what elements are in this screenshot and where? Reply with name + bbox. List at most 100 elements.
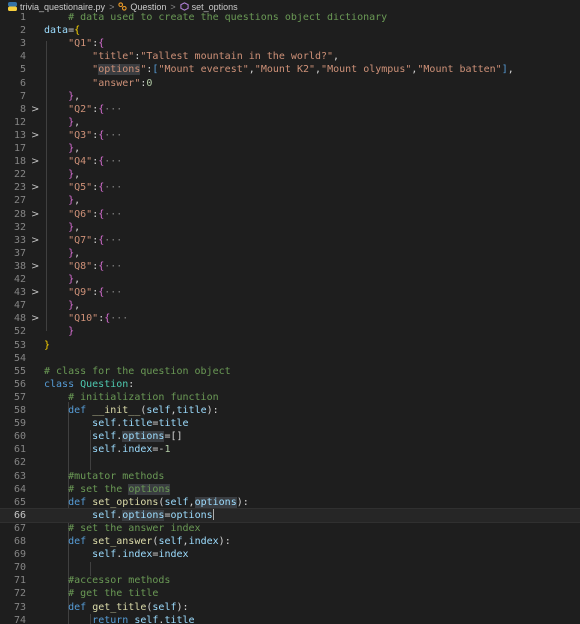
current-code-line[interactable]: 66 self.options=options [0,507,580,523]
breadcrumb-class[interactable]: Question [118,2,166,12]
code-line[interactable]: 4 "title":"Tallest mountain in the world… [0,50,580,63]
code-line[interactable]: 70 [0,561,580,574]
code-line[interactable]: 32 }, [0,221,580,234]
fold-chevron-icon[interactable]: > [31,286,39,299]
code-text: "Q4":{··· [44,155,122,168]
code-line[interactable]: 27 }, [0,194,580,207]
python-file-icon [8,2,17,11]
line-number: 1 [19,13,26,23]
code-line[interactable]: 28 > "Q6":{··· [0,208,580,221]
code-line[interactable]: 55 # class for the question object [0,365,580,378]
code-line[interactable]: 62 [0,456,580,469]
code-line[interactable]: 60 self.options=[] [0,430,580,443]
code-line[interactable]: 54 [0,352,580,365]
fold-chevron-icon[interactable]: > [31,181,39,194]
fold-chevron-icon[interactable]: > [31,234,39,247]
line-number: 37 [13,247,26,259]
code-line[interactable]: 5 "options":["Mount everest","Mount K2",… [0,63,580,76]
code-line[interactable]: 33 > "Q7":{··· [0,234,580,247]
code-line[interactable]: 56 class Question: [0,378,580,391]
fold-chevron-icon[interactable]: > [31,129,39,142]
code-line[interactable]: 53} [0,339,580,352]
code-text: "Q9":{··· [44,286,122,299]
code-line[interactable]: 18 > "Q4":{··· [0,155,580,168]
code-line[interactable]: 43 > "Q9":{··· [0,286,580,299]
code-line[interactable]: 38 > "Q8":{··· [0,260,580,273]
fold-chevron-icon[interactable]: > [31,260,39,273]
code-token: # get the title [68,588,159,600]
code-token: ): [206,405,219,416]
line-number: 65 [13,496,26,508]
code-token: ··· [104,103,123,115]
text-cursor [212,509,214,521]
fold-chevron-icon[interactable]: > [31,103,39,116]
code-token: ··· [104,234,123,246]
code-line[interactable]: 23 > "Q5":{··· [0,181,580,194]
code-text: # set the answer index [44,522,200,535]
code-token: } [68,326,75,338]
code-line[interactable]: 63 #mutator methods [0,470,580,483]
code-token: self [92,509,117,521]
code-line[interactable]: 72 # get the title [0,587,580,600]
line-number: 12 [13,116,26,128]
line-number: 38 [13,260,26,272]
code-line[interactable]: 52 } [0,325,580,338]
code-line[interactable]: 22 }, [0,168,580,181]
code-line[interactable]: 48 > "Q10":{··· [0,312,580,325]
line-number: 53 [13,339,26,351]
breadcrumb-file[interactable]: trivia_questionaire.py [8,2,105,12]
code-line[interactable]: 65 def set_options(self,options): [0,496,580,509]
code-text: }, [44,90,80,103]
code-line[interactable]: 3 "Q1":{ [0,37,580,50]
code-token: , [74,300,81,312]
code-line[interactable]: 6 "answer":0 [0,77,580,90]
code-line[interactable]: 61 self.index=-1 [0,443,580,456]
fold-chevron-icon[interactable]: > [31,155,39,168]
code-token: title [164,614,195,624]
code-line[interactable]: 73 def get_title(self): [0,601,580,614]
code-line[interactable]: 59 self.title=title [0,417,580,430]
fold-chevron-icon[interactable]: > [31,208,39,221]
breadcrumb-method[interactable]: set_options [179,2,238,12]
code-token: title [158,418,189,430]
code-text: } [44,325,74,338]
code-line[interactable]: 57 # initialization function [0,391,580,404]
code-line[interactable]: 12 }, [0,116,580,129]
code-line[interactable]: 71 #accessor methods [0,574,580,587]
code-line[interactable]: 64 # set the options [0,483,580,496]
code-line[interactable]: 58 def __init__(self,title): [0,404,580,417]
code-line[interactable]: 47 }, [0,299,580,312]
code-line[interactable]: 42 }, [0,273,580,286]
line-number: 54 [13,352,26,364]
code-token: self [92,418,117,430]
code-line[interactable]: 69 self.index=index [0,548,580,561]
code-line[interactable]: 37 }, [0,247,580,260]
code-token: Question [80,378,129,390]
code-line[interactable]: 7 }, [0,90,580,103]
line-number: 62 [13,457,26,469]
code-line[interactable]: 68 def set_answer(self,index): [0,535,580,548]
code-line[interactable]: 13 > "Q3":{··· [0,129,580,142]
code-token: ··· [104,208,123,220]
chevron-right-icon: > [109,1,115,12]
code-text: "Q6":{··· [44,208,122,221]
code-token: , [188,496,195,508]
fold-chevron-icon[interactable]: > [31,312,39,325]
code-line[interactable]: 67 # set the answer index [0,522,580,535]
line-number: 47 [13,300,26,312]
code-token: __init__ [92,405,141,416]
code-line[interactable]: 8 > "Q2":{··· [0,103,580,116]
code-line[interactable]: 2 data={ [0,24,580,37]
code-line[interactable]: 74 return self.title [0,614,580,624]
code-line[interactable]: 1 # data used to create the questions ob… [0,13,580,24]
code-editor[interactable]: 1 # data used to create the questions ob… [0,13,580,624]
code-token: =[] [164,431,183,443]
code-line[interactable]: 17 }, [0,142,580,155]
